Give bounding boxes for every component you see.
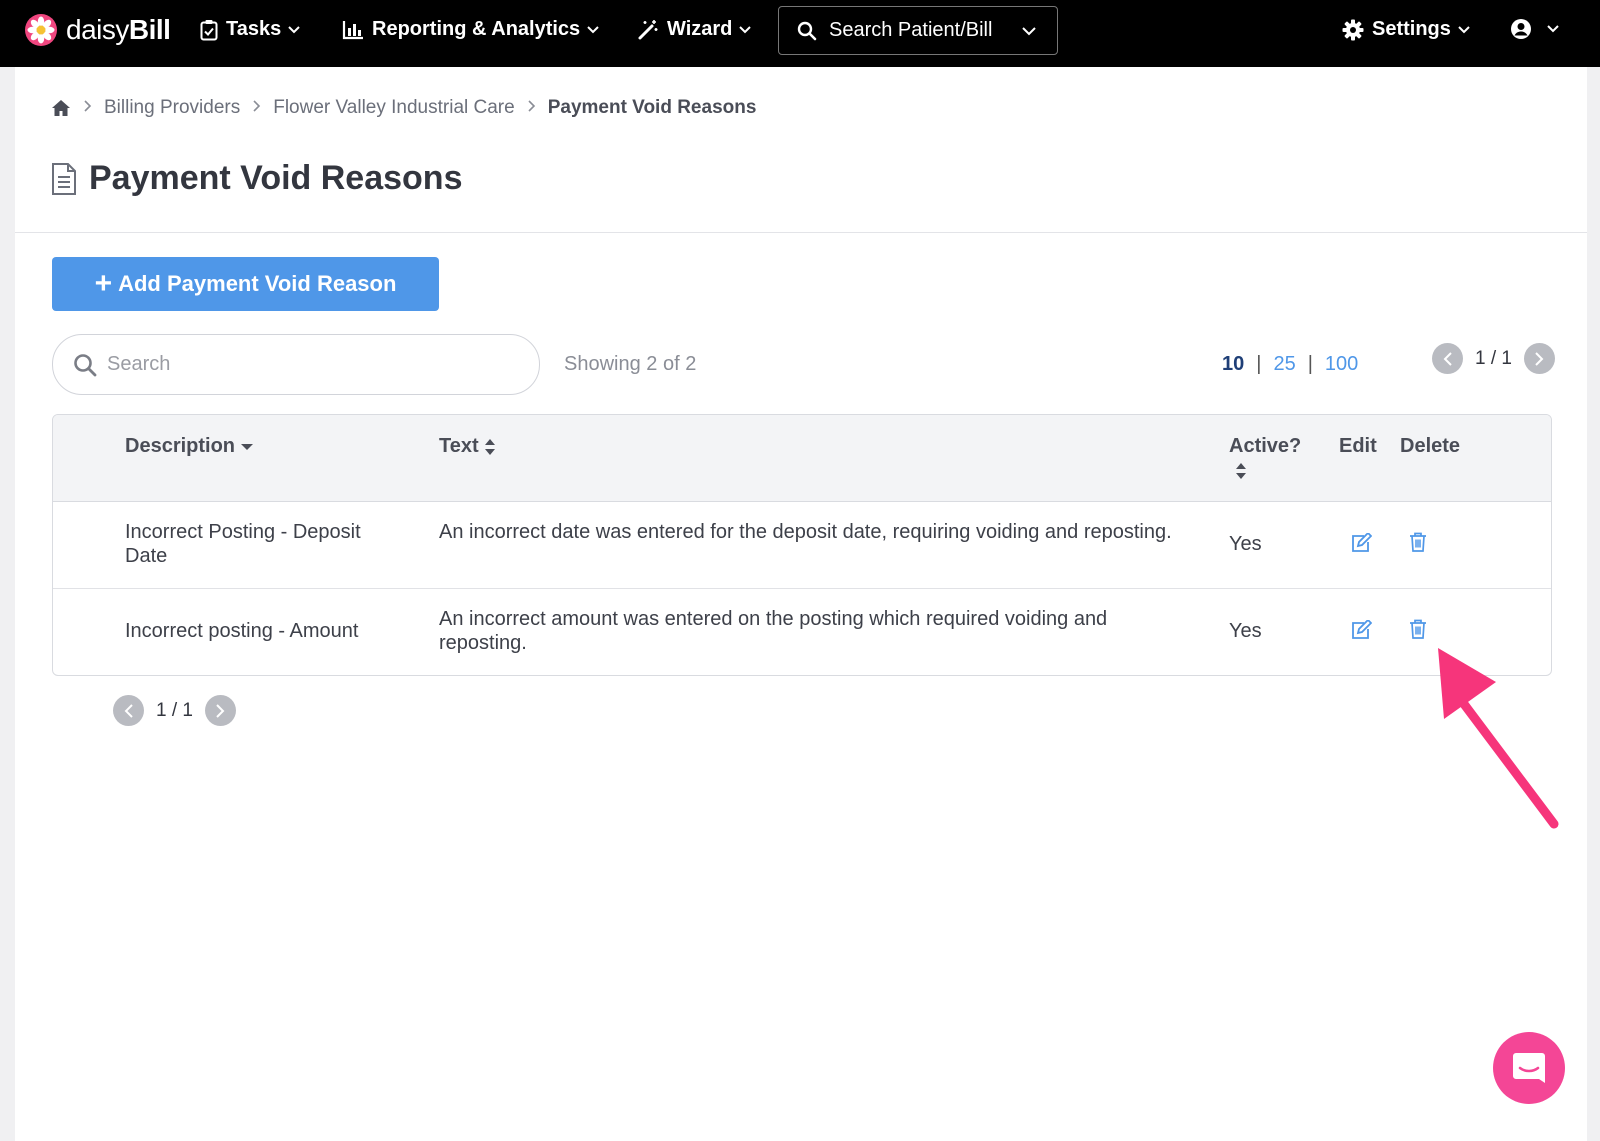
page-header: Payment Void Reasons: [51, 159, 463, 198]
edit-icon: [1352, 618, 1373, 639]
main-content: Billing Providers Flower Valley Industri…: [15, 67, 1587, 1141]
row-text: An incorrect date was entered for the de…: [439, 521, 1172, 543]
column-description[interactable]: Description: [125, 435, 254, 458]
breadcrumb-billing-providers[interactable]: Billing Providers: [104, 97, 240, 119]
table-search[interactable]: [52, 334, 540, 395]
chevron-left-icon: [1443, 351, 1452, 366]
daisybill-logo[interactable]: daisyBill: [24, 13, 171, 47]
breadcrumb: Billing Providers Flower Valley Industri…: [51, 97, 756, 119]
plus-icon: +: [94, 267, 113, 300]
nav-settings[interactable]: Settings: [1342, 18, 1471, 41]
bar-chart-icon: [342, 20, 363, 39]
prev-page-button[interactable]: [113, 695, 144, 726]
separator: |: [1256, 353, 1262, 375]
divider: [15, 232, 1587, 233]
page-size-25[interactable]: 25: [1273, 353, 1295, 376]
table-row: Incorrect posting - Amount An incorrect …: [53, 589, 1551, 675]
brand-name: daisyBill: [66, 14, 171, 45]
chevron-down-icon: [1022, 26, 1036, 35]
nav-wizard-label: Wizard: [667, 18, 733, 40]
page-size-100[interactable]: 100: [1325, 353, 1358, 376]
add-button-label: Add Payment Void Reason: [118, 271, 397, 296]
chevron-right-icon: [216, 703, 225, 718]
bottom-pager: 1 / 1: [113, 695, 236, 726]
search-input[interactable]: [107, 353, 507, 376]
chevron-down-icon: [288, 25, 300, 33]
page-indicator: 1 / 1: [1475, 347, 1512, 369]
chevron-down-icon: [1547, 25, 1559, 33]
column-description-label: Description: [125, 435, 236, 457]
top-pager: 1 / 1: [1432, 343, 1555, 374]
chevron-right-icon: [527, 97, 536, 119]
search-icon: [74, 353, 97, 376]
column-active-label: Active?: [1229, 435, 1302, 457]
delete-button[interactable]: [1409, 532, 1427, 557]
next-page-button[interactable]: [204, 695, 236, 726]
page-title: Payment Void Reasons: [89, 159, 463, 197]
page-size-selector: 10 | 25 | 100: [1222, 353, 1358, 376]
chevron-right-icon: [83, 97, 92, 119]
breadcrumb-provider[interactable]: Flower Valley Industrial Care: [273, 97, 514, 119]
row-active: Yes: [1229, 533, 1262, 555]
edit-button[interactable]: [1350, 618, 1373, 645]
table-row: Incorrect Posting - Deposit Date An inco…: [53, 502, 1551, 589]
row-text: An incorrect amount was entered on the p…: [439, 608, 1108, 654]
page-indicator: 1 / 1: [156, 699, 193, 721]
row-description: Incorrect posting - Amount: [125, 620, 359, 642]
patient-bill-search-label: Search Patient/Bill: [829, 19, 993, 41]
sort-desc-icon: [241, 443, 254, 450]
clipboard-check-icon: [200, 19, 218, 40]
daisy-flower-icon: [25, 14, 57, 46]
nav-tasks[interactable]: Tasks: [200, 18, 301, 41]
edit-button[interactable]: [1350, 531, 1373, 558]
chevron-down-icon: [1458, 25, 1470, 33]
chat-launcher-button[interactable]: [1493, 1032, 1565, 1104]
gear-icon: [1342, 19, 1364, 40]
chat-icon: [1513, 1053, 1545, 1083]
search-icon: [797, 21, 817, 40]
next-page-button[interactable]: [1523, 343, 1555, 374]
patient-bill-search[interactable]: Search Patient/Bill: [778, 6, 1058, 55]
column-text[interactable]: Text: [439, 435, 496, 458]
annotation-arrow-icon: [1438, 648, 1559, 829]
user-menu[interactable]: [1510, 18, 1560, 40]
nav-settings-label: Settings: [1372, 18, 1451, 40]
magic-wand-icon: [638, 19, 658, 39]
page-size-10[interactable]: 10: [1222, 353, 1244, 376]
row-description: Incorrect Posting - Deposit Date: [125, 521, 361, 567]
edit-icon: [1352, 531, 1373, 552]
sort-icon: [1236, 463, 1246, 479]
add-payment-void-reason-button[interactable]: + Add Payment Void Reason: [52, 257, 439, 311]
column-delete: Delete: [1400, 435, 1461, 457]
chevron-right-icon: [1535, 351, 1544, 366]
nav-reporting-label: Reporting & Analytics: [372, 18, 581, 40]
document-icon: [52, 162, 76, 195]
chevron-down-icon: [739, 25, 752, 33]
delete-button[interactable]: [1409, 619, 1427, 644]
void-reasons-table: Description Text Active? Edit Delete Inc…: [52, 414, 1552, 676]
separator: |: [1307, 353, 1313, 375]
column-edit: Edit: [1339, 435, 1377, 457]
trash-icon: [1410, 532, 1426, 552]
chevron-down-icon: [587, 25, 599, 33]
trash-icon: [1410, 619, 1426, 639]
user-circle-icon: [1511, 19, 1531, 39]
table-header: Description Text Active? Edit Delete: [53, 415, 1551, 502]
nav-wizard[interactable]: Wizard: [637, 18, 752, 41]
sort-icon: [484, 438, 495, 455]
column-active[interactable]: Active?: [1229, 435, 1301, 480]
top-navbar: daisyBill Tasks Reporting & Analytics Wi…: [0, 0, 1600, 67]
row-active: Yes: [1229, 620, 1262, 642]
showing-count: Showing 2 of 2: [564, 353, 697, 375]
breadcrumb-current: Payment Void Reasons: [547, 97, 757, 118]
nav-reporting-analytics[interactable]: Reporting & Analytics: [342, 18, 600, 41]
column-text-label: Text: [439, 435, 479, 457]
chevron-left-icon: [124, 703, 133, 718]
chevron-right-icon: [252, 97, 261, 119]
prev-page-button[interactable]: [1432, 343, 1463, 374]
nav-tasks-label: Tasks: [226, 18, 282, 40]
home-icon[interactable]: [51, 99, 71, 117]
